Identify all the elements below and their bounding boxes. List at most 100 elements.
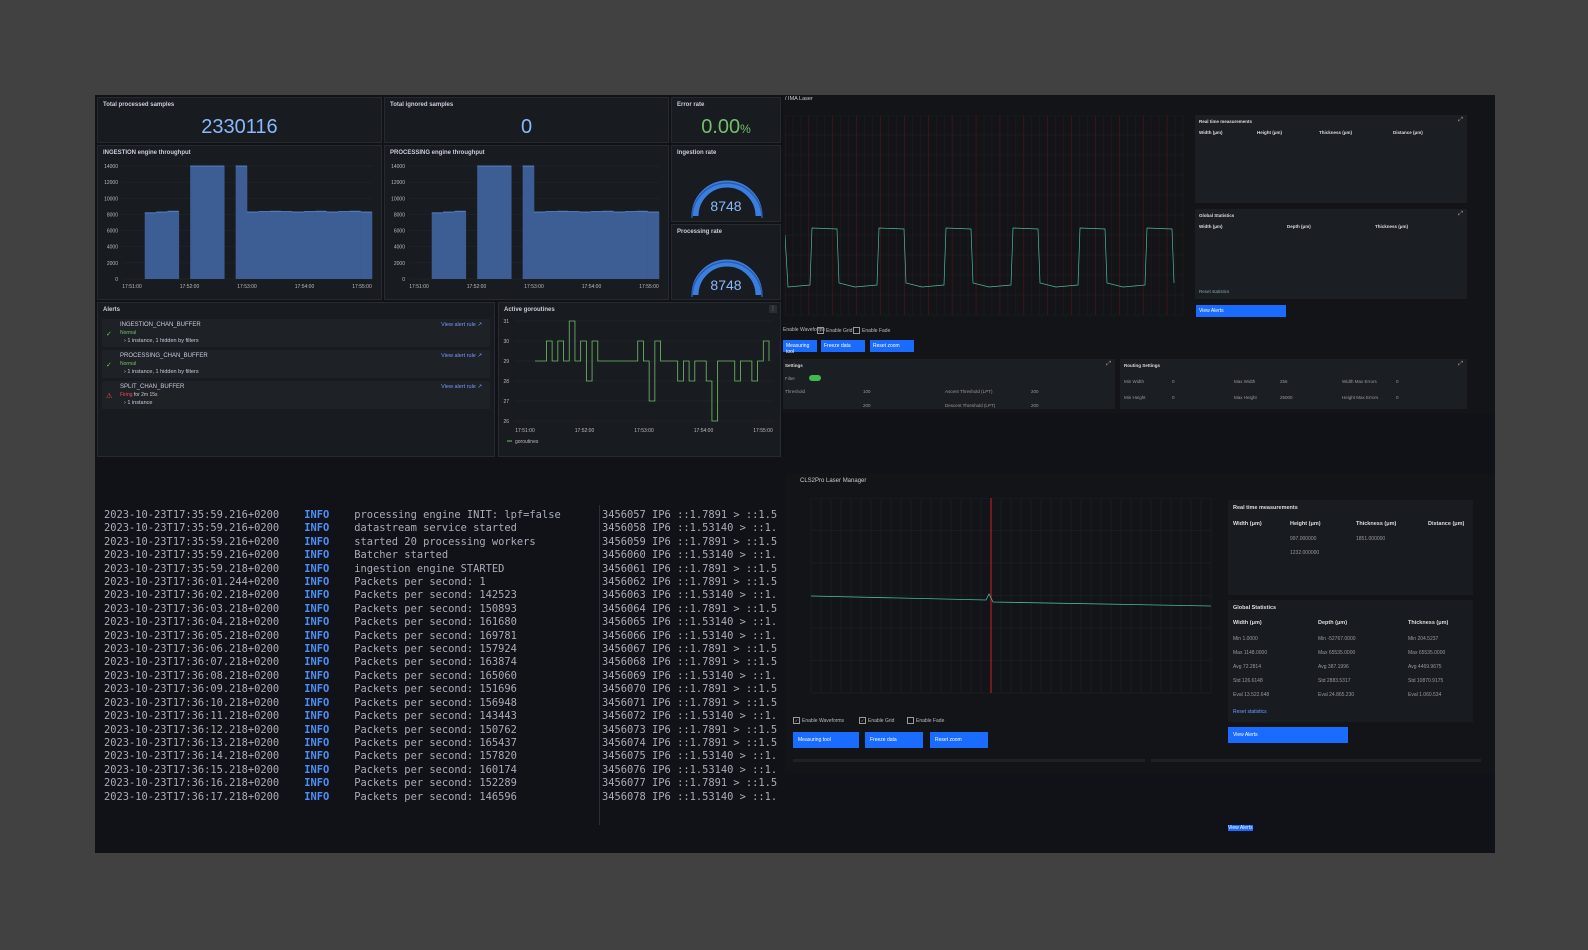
log-level: INFO [304, 549, 330, 562]
reset-statistics-link[interactable]: Reset statistics [1233, 709, 1267, 715]
checkbox-label: Enable Waveforms [802, 717, 845, 724]
log-timestamp: 2023-10-23T17:36:17.218+0200 [104, 790, 280, 803]
log-message: Packets per second: 151696 [354, 683, 517, 696]
scrollbar-track[interactable] [793, 759, 1145, 762]
expand-icon[interactable]: ⤢ [1458, 117, 1463, 124]
processing-rate-panel: Processing rate 8748 [671, 224, 781, 300]
throughput-bar [269, 211, 282, 279]
measuring-tool-button[interactable]: Measuring tool [783, 340, 817, 355]
expand-icon[interactable]: ⤢ [1458, 361, 1463, 368]
log-line: 2023-10-23T17:36:09.218+0200 INFO Packet… [104, 683, 599, 696]
measuring-tool-button[interactable]: Measuring tool [793, 732, 859, 748]
packet-line: 3456072 IP6 ::1.53140 > ::1. [602, 710, 778, 723]
alert-row[interactable]: ✓ PROCESSING_CHAN_BUFFER Normal › 1 inst… [102, 350, 490, 378]
view-alert-rule-link[interactable]: View alert rule ↗ [441, 322, 482, 328]
height-value: 1232.000000 [1290, 550, 1320, 556]
desktop-screen: Total processed samples 2330116 Total ig… [95, 95, 1495, 853]
throughput-bar [212, 166, 225, 279]
field-value[interactable]: 0 [1396, 379, 1399, 384]
filter-toggle[interactable] [809, 375, 821, 381]
field-value[interactable]: 0 [1396, 395, 1399, 400]
stat-cell: Min -52767.0000 [1318, 636, 1356, 642]
field-value[interactable]: 256 [1280, 379, 1288, 384]
stat-cell: Eval 13.522.648 [1233, 692, 1270, 698]
processing-throughput-chart: 0 2000 4000 6000 8000 10000 12000 14000 17:51:00… [391, 164, 660, 290]
stat-cell: Min 204.5237 [1408, 636, 1439, 642]
alert-instances[interactable]: › 1 instance [124, 400, 152, 406]
alert-row[interactable]: ⚠ SPLIT_CHAN_BUFFER Firing for 2m 15s › … [102, 381, 490, 409]
throughput-bar [349, 211, 361, 279]
scrollbar-track[interactable] [1151, 759, 1481, 762]
field-value[interactable]: 100 [863, 389, 871, 394]
legend-label: goroutines [515, 439, 539, 445]
log-line: 2023-10-23T17:35:59.216+0200 INFO Batche… [104, 549, 599, 562]
log-timestamp: 2023-10-23T17:36:16.218+0200 [104, 777, 280, 790]
field-value[interactable]: 25000 [1280, 395, 1293, 400]
enable-waveforms-checkbox[interactable]: ✓ Enable Waveforms [793, 717, 844, 724]
throughput-bar [522, 166, 535, 279]
view-alert-rule-link[interactable]: View alert rule ↗ [441, 353, 482, 359]
panel-menu-icon[interactable]: ⋮ [769, 305, 777, 313]
settings-card: Settings Filter Threshold 100 Ascent Thr… [783, 359, 1115, 409]
y-tick-label: 2000 [394, 261, 405, 267]
log-terminal[interactable]: 2023-10-23T17:35:59.216+0200 INFO proces… [104, 509, 599, 839]
field-value[interactable]: 200 [863, 403, 871, 408]
stat-cell: Max 65535.0000 [1408, 650, 1446, 656]
alert-instances[interactable]: › 1 instance, 1 hidden by filters [124, 369, 199, 375]
col-header: Thickness (μm) [1408, 620, 1449, 626]
panel-title: Active goroutines [504, 307, 555, 313]
packet-line: 3456073 IP6 ::1.7891 > ::1.5 [602, 723, 778, 736]
expand-icon[interactable]: ⤢ [1458, 211, 1463, 218]
field-value[interactable]: 0 [1172, 395, 1175, 400]
log-line: 2023-10-23T17:36:16.218+0200 INFO Packet… [104, 777, 599, 790]
log-message: Packets per second: 150893 [354, 602, 517, 615]
log-message: Packets per second: 150762 [354, 723, 517, 736]
view-alert-rule-link[interactable]: View alert rule ↗ [441, 384, 482, 390]
field-label: Min Width [1124, 379, 1145, 384]
throughput-bar [636, 211, 648, 279]
enable-fade-checkbox[interactable]: Enable Fade [853, 327, 890, 334]
view-alerts-button[interactable]: View Alerts [1228, 727, 1348, 743]
panel-title: INGESTION engine throughput [103, 150, 191, 156]
panel-title: Error rate [677, 102, 705, 108]
log-message: Packets per second: 160174 [354, 763, 517, 776]
throughput-bar [647, 212, 660, 279]
laser-app-top: / IMA Laser Real time measurements Width… [783, 95, 1495, 413]
enable-fade-checkbox[interactable]: Enable Fade [907, 717, 944, 724]
alert-row[interactable]: ✓ INGESTION_CHAN_BUFFER Normal › 1 insta… [102, 319, 490, 347]
log-message: Packets per second: 165060 [354, 669, 517, 682]
throughput-bar [613, 212, 626, 279]
field-value[interactable]: 200 [1031, 389, 1039, 394]
log-timestamp: 2023-10-23T17:36:12.218+0200 [104, 723, 280, 736]
reset-zoom-button[interactable]: Reset zoom [930, 732, 988, 748]
tcpdump-terminal[interactable]: 3456057 IP6 ::1.7891 > ::1.5 3456058 IP6 … [602, 509, 785, 839]
stat-cell: Std 2883.5317 [1318, 678, 1351, 684]
freeze-data-button[interactable]: Freeze data [865, 732, 923, 748]
log-line: 2023-10-23T17:36:03.218+0200 INFO Packet… [104, 603, 599, 616]
field-label: Max Height [1234, 395, 1257, 400]
log-level: INFO [304, 643, 330, 656]
goroutines-chart: 26 27 28 29 30 31 17:51:00 17:52:00 17:53:00 17:5… [503, 319, 773, 445]
field-value[interactable]: 200 [1031, 403, 1039, 408]
freeze-data-button[interactable]: Freeze data [821, 340, 865, 352]
field-value[interactable]: 0 [1172, 379, 1175, 384]
stat-cell: Eval 1.060.534 [1408, 692, 1442, 698]
stat-cell: Max 1148.0000 [1233, 650, 1268, 656]
throughput-bar [499, 166, 512, 279]
realtime-measurements-card: Real time measurements Width (μm) Height… [1195, 115, 1467, 203]
alert-instances[interactable]: › 1 instance, 1 hidden by filters [124, 338, 199, 344]
alert-name: SPLIT_CHAN_BUFFER [120, 384, 185, 390]
view-alerts-button[interactable]: View Alerts [1228, 825, 1253, 831]
reset-zoom-button[interactable]: Reset zoom [870, 340, 914, 352]
alert-instances-text: 1 instance [127, 400, 153, 406]
throughput-bar [360, 212, 373, 279]
expand-icon[interactable]: ⤢ [1106, 361, 1111, 368]
packet-line: 3456059 IP6 ::1.7891 > ::1.5 [602, 535, 778, 548]
enable-grid-checkbox[interactable]: ✓ Enable Grid [859, 717, 894, 724]
stat-cell: Std 10870.9175 [1408, 678, 1444, 684]
reset-statistics-link[interactable]: Reset statistics [1199, 289, 1229, 294]
laser-waveform-chart [785, 115, 1184, 316]
enable-grid-checkbox[interactable]: ✓ Enable Grid [817, 327, 852, 334]
x-tick-label: 17:53:00 [237, 284, 257, 290]
view-alerts-button[interactable]: View Alerts [1196, 305, 1286, 317]
